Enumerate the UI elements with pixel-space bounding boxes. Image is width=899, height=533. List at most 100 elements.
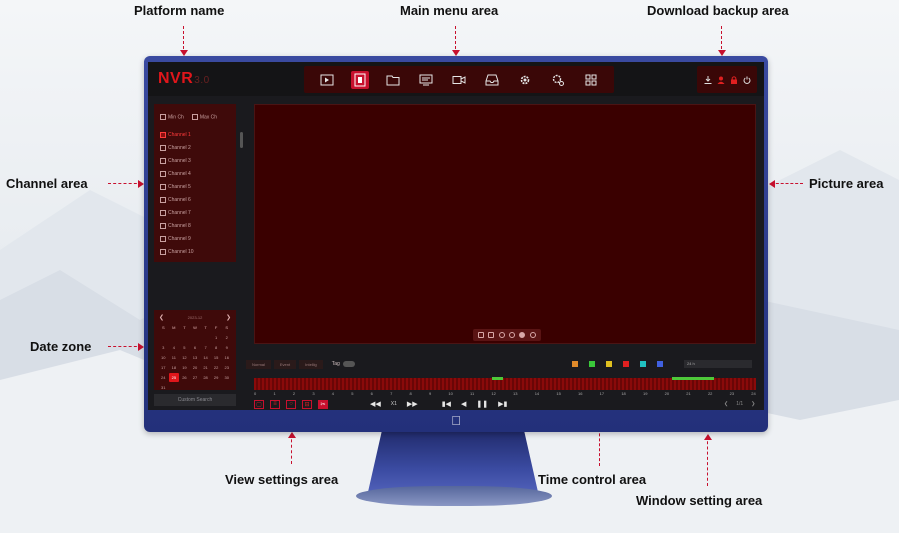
tab-normal[interactable]: Normal	[246, 359, 271, 369]
calendar-day[interactable]: 10	[158, 353, 169, 362]
menu-files[interactable]	[384, 71, 402, 89]
calendar-day[interactable]: 16	[221, 353, 232, 362]
view-tag-button[interactable]: ○	[286, 399, 296, 409]
next-page-button[interactable]: ❯	[751, 401, 755, 407]
calendar-day[interactable]: 25	[168, 373, 180, 382]
channel-checkbox[interactable]	[160, 235, 166, 242]
view-file-button[interactable]: ▢	[254, 399, 264, 409]
power-button[interactable]	[742, 75, 752, 85]
menu-storage[interactable]	[483, 71, 501, 89]
calendar-day[interactable]: 21	[200, 363, 211, 372]
channel-item[interactable]: Channel 4	[160, 167, 194, 180]
calendar-day[interactable]: 26	[179, 373, 190, 382]
calendar-day[interactable]: 5	[179, 343, 190, 352]
channel-item[interactable]: Channel 2	[160, 141, 194, 154]
channel-item[interactable]: Channel 5	[160, 180, 194, 193]
view-lock-button[interactable]: ⊟	[302, 399, 312, 409]
download-button[interactable]	[703, 75, 713, 85]
prev-page-button[interactable]: ❮	[724, 401, 728, 407]
crop-icon[interactable]	[478, 332, 485, 338]
snapshot-icon[interactable]	[519, 332, 526, 338]
calendar-day[interactable]: 31	[158, 383, 169, 392]
calendar-day[interactable]: 6	[190, 343, 201, 352]
menu-camera[interactable]	[450, 71, 468, 89]
calendar-day[interactable]: 14	[200, 353, 211, 362]
tab-intelligent[interactable]: Intellig	[299, 359, 323, 369]
calendar-day[interactable]: 24	[158, 373, 169, 382]
max-channel-toggle[interactable]: Max Ch	[191, 114, 217, 120]
menu-display[interactable]	[417, 71, 435, 89]
channel-checkbox[interactable]	[160, 170, 166, 177]
calendar-day[interactable]: 8	[211, 343, 222, 352]
volume-icon[interactable]	[488, 332, 495, 338]
channel-checkbox[interactable]	[160, 131, 166, 138]
pause-button[interactable]: ❚❚	[476, 400, 488, 408]
channel-item[interactable]: Channel 1	[160, 128, 194, 141]
timeline-zoom[interactable]: 24 h	[684, 360, 752, 368]
channel-item[interactable]: Channel 8	[160, 219, 194, 232]
channel-scrollbar[interactable]	[240, 132, 243, 148]
clip-button[interactable]: ✂	[318, 399, 328, 409]
calendar-day[interactable]: 9	[221, 343, 232, 352]
clock-icon[interactable]	[509, 332, 516, 338]
calendar-day[interactable]: 3	[158, 343, 169, 352]
channel-item[interactable]: Channel 3	[160, 154, 194, 167]
channel-item[interactable]: Channel 9	[160, 232, 194, 245]
calendar-day[interactable]: 23	[221, 363, 232, 372]
calendar-day[interactable]: 20	[190, 363, 201, 372]
recording-segment[interactable]	[492, 377, 503, 380]
calendar-day[interactable]: 13	[190, 353, 201, 362]
min-checkbox[interactable]	[160, 114, 166, 120]
calendar-day[interactable]: 29	[211, 373, 222, 382]
calendar-day[interactable]: 27	[190, 373, 201, 382]
menu-playback[interactable]	[350, 70, 369, 89]
calendar-day[interactable]: 11	[169, 353, 180, 362]
zoom-icon[interactable]	[498, 332, 505, 338]
channel-checkbox[interactable]	[160, 248, 166, 255]
channel-checkbox[interactable]	[160, 157, 166, 164]
menu-advanced[interactable]	[549, 71, 567, 89]
frame-back-button[interactable]: ▮◀	[442, 400, 451, 408]
calendar-day[interactable]: 18	[169, 363, 180, 372]
timeline[interactable]: 0 1 2 3 4 5 6 7 8 9 10 11 12 13 14 15 16 17 18 19 20 21 22 23 24	[254, 374, 756, 398]
reverse-play-button[interactable]: ◀	[461, 400, 466, 408]
calendar-day[interactable]: 15	[211, 353, 222, 362]
calendar-day[interactable]: 12	[179, 353, 190, 362]
calendar-day[interactable]: 19	[179, 363, 190, 372]
channel-checkbox[interactable]	[160, 209, 166, 216]
picture-area[interactable]	[254, 104, 756, 344]
recording-segment[interactable]	[672, 377, 715, 380]
calendar-day[interactable]: 7	[200, 343, 211, 352]
channel-checkbox[interactable]	[160, 144, 166, 151]
custom-search-button[interactable]: Custom Search	[154, 394, 236, 406]
max-checkbox[interactable]	[191, 114, 198, 120]
menu-settings[interactable]	[516, 71, 534, 89]
calendar-day[interactable]: 1	[211, 333, 222, 342]
channel-item[interactable]: Channel 7	[160, 206, 194, 219]
menu-more[interactable]	[582, 71, 600, 89]
fast-forward-button[interactable]: ▶▶	[407, 400, 418, 408]
calendar-day[interactable]: 17	[158, 363, 169, 372]
lock-button[interactable]	[729, 75, 739, 85]
channel-checkbox[interactable]	[160, 196, 166, 203]
channel-checkbox[interactable]	[160, 183, 166, 190]
close-icon[interactable]	[529, 332, 536, 338]
menu-live-view[interactable]	[318, 71, 336, 89]
channel-item[interactable]: Channel 6	[160, 193, 194, 206]
channel-checkbox[interactable]	[160, 222, 166, 229]
view-list-button[interactable]: ≡	[270, 399, 280, 409]
calendar-day[interactable]: 4	[169, 343, 180, 352]
user-button[interactable]	[716, 75, 726, 85]
tab-event[interactable]: Event	[273, 359, 297, 369]
prev-month-button[interactable]: ❮	[159, 314, 164, 321]
frame-forward-button[interactable]: ▶▮	[498, 400, 507, 408]
calendar-day[interactable]: 30	[221, 373, 232, 382]
rewind-button[interactable]: ◀◀	[370, 400, 381, 408]
calendar-day[interactable]: 22	[211, 363, 222, 372]
min-channel-toggle[interactable]: Min Ch	[160, 114, 184, 120]
tag-toggle[interactable]	[342, 361, 355, 367]
channel-item[interactable]: Channel 10	[160, 245, 194, 258]
calendar-day[interactable]: 2	[221, 333, 232, 342]
calendar-day[interactable]: 28	[200, 373, 211, 382]
next-month-button[interactable]: ❯	[226, 314, 231, 321]
